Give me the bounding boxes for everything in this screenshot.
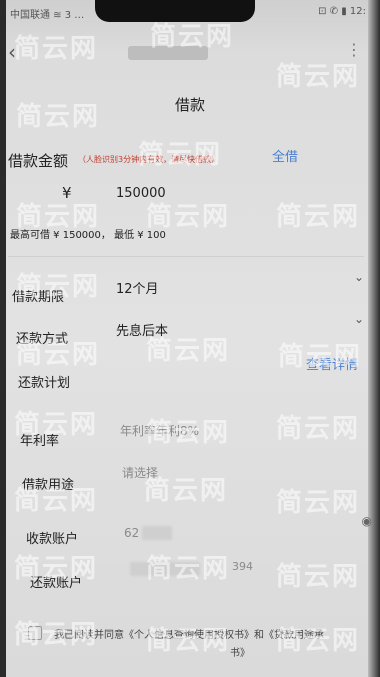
phone-screen: 中国联通 ≋ 3 … ⊡ ✆ ▮ 12: ‹ ⋮ 借款 借款金额 （人脸识别3分… xyxy=(0,0,380,677)
back-arrow-icon[interactable]: ‹ xyxy=(8,40,16,64)
status-right: ⊡ ✆ ▮ 12: xyxy=(318,6,366,17)
blurred-title xyxy=(128,46,208,60)
repay-account-label: 还款账户 xyxy=(30,576,83,591)
watermark: 简云网 xyxy=(138,140,223,170)
currency-symbol: ¥ xyxy=(62,184,72,202)
repay-plan-label: 还款计划 xyxy=(18,376,71,391)
term-chevron-down-icon[interactable]: ⌄ xyxy=(354,270,364,284)
rate-value: 年利率年利8% xyxy=(120,424,200,438)
agreement-text-cont[interactable]: 书》 xyxy=(230,644,250,659)
blurred-account-number xyxy=(142,526,172,540)
agree-checkbox[interactable] xyxy=(28,626,42,640)
repay-method-label: 还款方式 xyxy=(16,332,69,347)
amount-label: 借款金额 xyxy=(8,152,69,170)
blurred-repay-account xyxy=(130,562,200,576)
amount-input[interactable]: 150000 xyxy=(116,186,166,201)
page-title: 借款 xyxy=(174,96,205,114)
eye-icon[interactable]: ◉ xyxy=(362,514,372,528)
more-icon[interactable]: ⋮ xyxy=(346,40,362,59)
amount-hint: （人脸识别3分钟内有效，请尽快借款） xyxy=(78,155,220,164)
term-label: 借款期限 xyxy=(12,290,65,305)
repay-method-chevron-down-icon[interactable]: ⌄ xyxy=(354,312,364,326)
watermark: 简云网 xyxy=(276,202,361,232)
watermark: 简云网 xyxy=(276,488,361,518)
agreement-text[interactable]: 我已阅读并同意《个人信息查询使用授权书》和《贷款用途承 xyxy=(54,626,324,641)
amount-limits: 最高可借 ¥ 150000， 最低 ¥ 100 xyxy=(10,230,166,241)
receive-account-label: 收款账户 xyxy=(26,532,79,547)
repay-method-value[interactable]: 先息后本 xyxy=(116,320,168,339)
borrow-all-link[interactable]: 全借 xyxy=(272,146,298,165)
divider xyxy=(8,256,364,257)
receive-account-value: 62 xyxy=(124,526,140,540)
nav-bar: ‹ ⋮ xyxy=(0,38,380,66)
repay-account-suffix: 394 xyxy=(232,560,253,573)
term-value[interactable]: 12个月 xyxy=(116,278,159,297)
purpose-label: 借款用途 xyxy=(22,478,75,493)
status-bar: 中国联通 ≋ 3 … ⊡ ✆ ▮ 12: xyxy=(10,6,370,22)
watermark: 简云网 xyxy=(276,562,361,592)
view-details-link[interactable]: 查看详情 xyxy=(306,354,358,373)
purpose-select[interactable]: 请选择 xyxy=(122,464,158,481)
status-left: 中国联通 ≋ 3 … xyxy=(10,10,85,21)
watermark: 简云网 xyxy=(276,414,361,444)
rate-label: 年利率 xyxy=(20,434,60,449)
